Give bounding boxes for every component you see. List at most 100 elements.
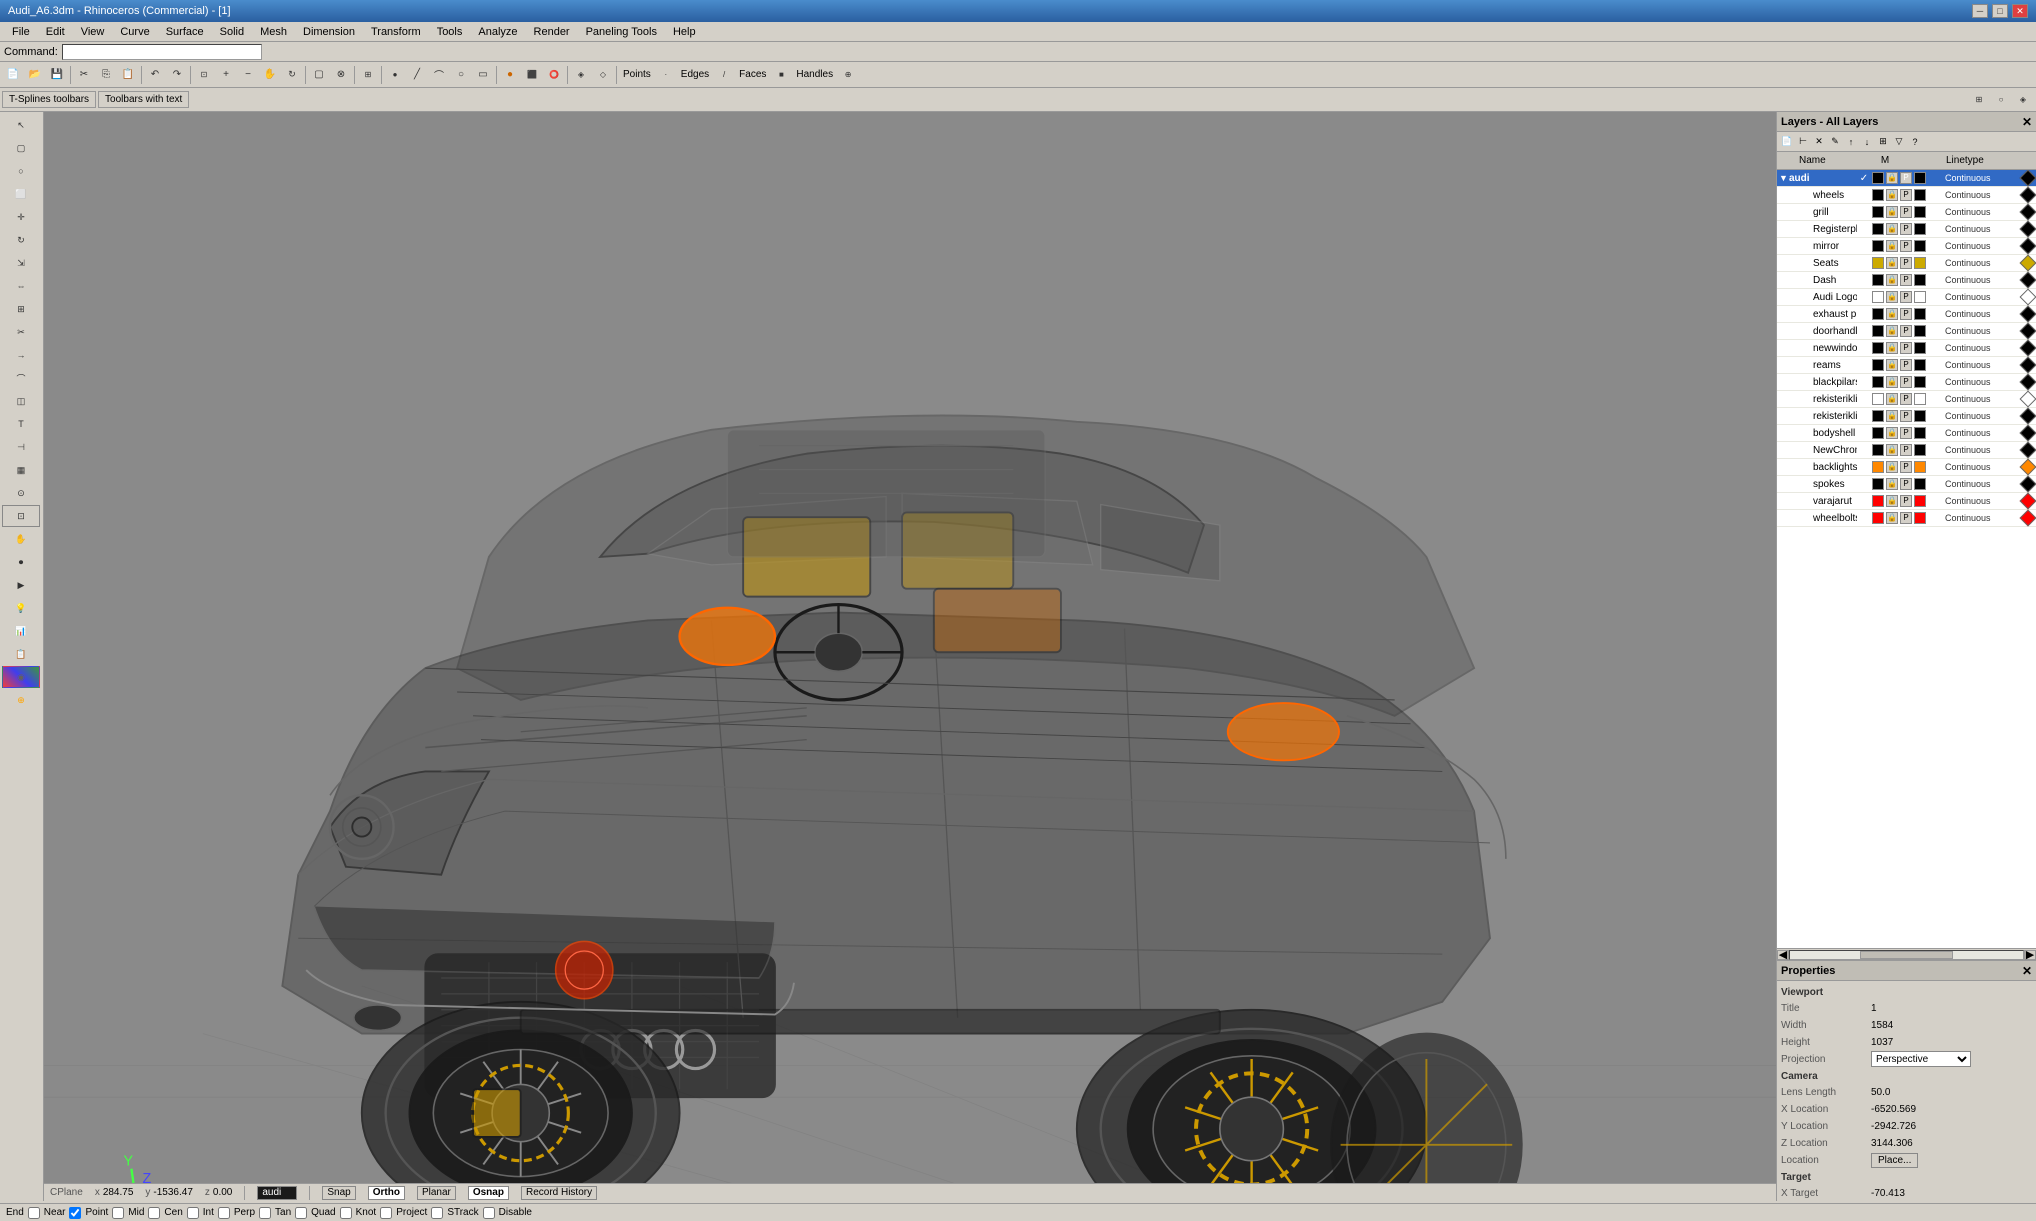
- snap-btn-planar[interactable]: Planar: [417, 1186, 456, 1200]
- layer-row-10[interactable]: newwindows 🔒 P Continuous: [1777, 340, 2036, 357]
- prop-projection-select[interactable]: Perspective Parallel: [1871, 1051, 1971, 1067]
- toolbar-paste[interactable]: 📋: [117, 64, 139, 86]
- tool-pan2[interactable]: ✋: [2, 528, 40, 550]
- snap-point-check[interactable]: [69, 1207, 81, 1219]
- tool-zoom-area[interactable]: ⊙: [2, 482, 40, 504]
- tool-rotate[interactable]: ↻: [2, 229, 40, 251]
- toolbar-grid[interactable]: ⊞: [357, 64, 379, 86]
- tool-mirror[interactable]: ⇔: [2, 275, 40, 297]
- toolbar-snap2[interactable]: ◇: [592, 64, 614, 86]
- layer-row-3[interactable]: Registerplate 🔒 P Continuous: [1777, 221, 2036, 238]
- toolbar2-btn1[interactable]: ⊞: [1968, 89, 1990, 111]
- layer-row-6[interactable]: Dash 🔒 P Continuous: [1777, 272, 2036, 289]
- hscroll-right[interactable]: ▶: [2024, 950, 2036, 960]
- toolbar-open[interactable]: 📂: [24, 64, 46, 86]
- menu-view[interactable]: View: [73, 24, 113, 40]
- layers-close-btn[interactable]: ✕: [2022, 115, 2032, 129]
- toolbar-rect[interactable]: ▭: [472, 64, 494, 86]
- snap-btn-history[interactable]: Record History: [521, 1186, 597, 1200]
- toolbar-box[interactable]: ⬛: [521, 64, 543, 86]
- tab-toolbars-text[interactable]: Toolbars with text: [98, 91, 189, 108]
- tab-tsplines[interactable]: T-Splines toolbars: [2, 91, 96, 108]
- layer-row-4[interactable]: mirror 🔒 P Continuous: [1777, 238, 2036, 255]
- toolbar2-btn2[interactable]: ○: [1990, 89, 2012, 111]
- menu-curve[interactable]: Curve: [112, 24, 157, 40]
- tool-dimension[interactable]: ⊣: [2, 436, 40, 458]
- layer-row-13[interactable]: rekisterikliplakas 🔒 P Continuous: [1777, 391, 2036, 408]
- menu-tools[interactable]: Tools: [429, 24, 471, 40]
- layer-rename-btn[interactable]: ✎: [1827, 134, 1843, 150]
- toolbar-copy[interactable]: ⎘: [95, 64, 117, 86]
- tool-zoom-window[interactable]: ⊡: [2, 505, 40, 527]
- toolbar-pan[interactable]: ✋: [259, 64, 281, 86]
- menu-edit[interactable]: Edit: [38, 24, 73, 40]
- toolbar-save[interactable]: 💾: [46, 64, 68, 86]
- snap-knot-check[interactable]: [340, 1207, 352, 1219]
- snap-cen-check[interactable]: [148, 1207, 160, 1219]
- layer-indicator[interactable]: audi: [257, 1186, 297, 1200]
- toolbar-arc[interactable]: ⌒: [428, 64, 450, 86]
- layer-row-18[interactable]: spokes 🔒 P Continuous: [1777, 476, 2036, 493]
- tool-select-box[interactable]: ▢: [2, 137, 40, 159]
- toolbar-rotate[interactable]: ↻: [281, 64, 303, 86]
- tool-array[interactable]: ⊞: [2, 298, 40, 320]
- toolbar-faces-btn[interactable]: ■: [770, 64, 792, 86]
- tool-select-arrow[interactable]: ↖: [2, 114, 40, 136]
- tool-fillet[interactable]: ⌒: [2, 367, 40, 389]
- toolbar-lasso[interactable]: ⊗: [330, 64, 352, 86]
- snap-near-check[interactable]: [28, 1207, 40, 1219]
- viewport[interactable]: X Y Z CPlane x 284.75 y -1536.47 z 0.0: [44, 112, 1776, 1201]
- toolbar-redo[interactable]: ↷: [166, 64, 188, 86]
- layer-sort-btn[interactable]: ⊞: [1875, 134, 1891, 150]
- snap-mid-check[interactable]: [112, 1207, 124, 1219]
- menu-help[interactable]: Help: [665, 24, 704, 40]
- layer-row-8[interactable]: exhaust pipe 🔒 P Continuous: [1777, 306, 2036, 323]
- layer-row-9[interactable]: doorhandles 🔒 P Continuous: [1777, 323, 2036, 340]
- tool-offset[interactable]: ◫: [2, 390, 40, 412]
- layer-row-12[interactable]: blackpilars 🔒 P Continuous: [1777, 374, 2036, 391]
- snap-project-check[interactable]: [380, 1207, 392, 1219]
- toolbar-new[interactable]: 📄: [2, 64, 24, 86]
- toolbar-zoom-out[interactable]: −: [237, 64, 259, 86]
- menu-analyze[interactable]: Analyze: [470, 24, 525, 40]
- layer-row-11[interactable]: reams 🔒 P Continuous: [1777, 357, 2036, 374]
- toolbar-select[interactable]: ▢: [308, 64, 330, 86]
- snap-btn-ortho[interactable]: Ortho: [368, 1186, 405, 1200]
- toolbar-snap1[interactable]: ◈: [570, 64, 592, 86]
- snap-strack-check[interactable]: [431, 1207, 443, 1219]
- tool-crosshair[interactable]: ⊕: [2, 689, 40, 711]
- layer-row-15[interactable]: bodyshell 🔒 P Continuous: [1777, 425, 2036, 442]
- toolbar-point[interactable]: ●: [384, 64, 406, 86]
- toolbar-undo[interactable]: ↶: [144, 64, 166, 86]
- toolbar-cyl[interactable]: ⭕: [543, 64, 565, 86]
- tool-color[interactable]: ◉: [2, 666, 40, 688]
- menu-render[interactable]: Render: [526, 24, 578, 40]
- props-close-btn[interactable]: ✕: [2022, 964, 2032, 978]
- layer-filter-btn[interactable]: ▽: [1891, 134, 1907, 150]
- snap-btn-osnap[interactable]: Osnap: [468, 1186, 509, 1200]
- layer-down-btn[interactable]: ↓: [1859, 134, 1875, 150]
- tool-analysis[interactable]: 📊: [2, 620, 40, 642]
- tool-rect-select[interactable]: ⬜: [2, 183, 40, 205]
- toolbar-edges-btn[interactable]: /: [713, 64, 735, 86]
- camera-place-btn[interactable]: Place...: [1871, 1153, 1918, 1168]
- snap-btn-snap[interactable]: Snap: [322, 1186, 355, 1200]
- tool-record[interactable]: ⏺: [2, 551, 40, 573]
- layer-row-17[interactable]: backlights 🔒 P Continuous: [1777, 459, 2036, 476]
- snap-int-check[interactable]: [187, 1207, 199, 1219]
- hscroll-track[interactable]: [1789, 950, 2024, 960]
- tool-layer2[interactable]: 📋: [2, 643, 40, 665]
- layer-row-19[interactable]: varajarut 🔒 P Continuous: [1777, 493, 2036, 510]
- layer-new-btn[interactable]: 📄: [1779, 134, 1795, 150]
- tool-text[interactable]: T: [2, 413, 40, 435]
- toolbar-sphere[interactable]: ●: [499, 64, 521, 86]
- close-button[interactable]: ✕: [2012, 4, 2028, 18]
- layer-row-5[interactable]: Seats 🔒 P Continuous: [1777, 255, 2036, 272]
- toolbar-zoom-ext[interactable]: ⊡: [193, 64, 215, 86]
- tool-scale[interactable]: ⇲: [2, 252, 40, 274]
- hscroll-left[interactable]: ◀: [1777, 950, 1789, 960]
- menu-surface[interactable]: Surface: [158, 24, 212, 40]
- layer-row-16[interactable]: NewChromesurfaces 🔒 P Continuous: [1777, 442, 2036, 459]
- menu-paneling[interactable]: Paneling Tools: [578, 24, 665, 40]
- tool-playback[interactable]: ▶: [2, 574, 40, 596]
